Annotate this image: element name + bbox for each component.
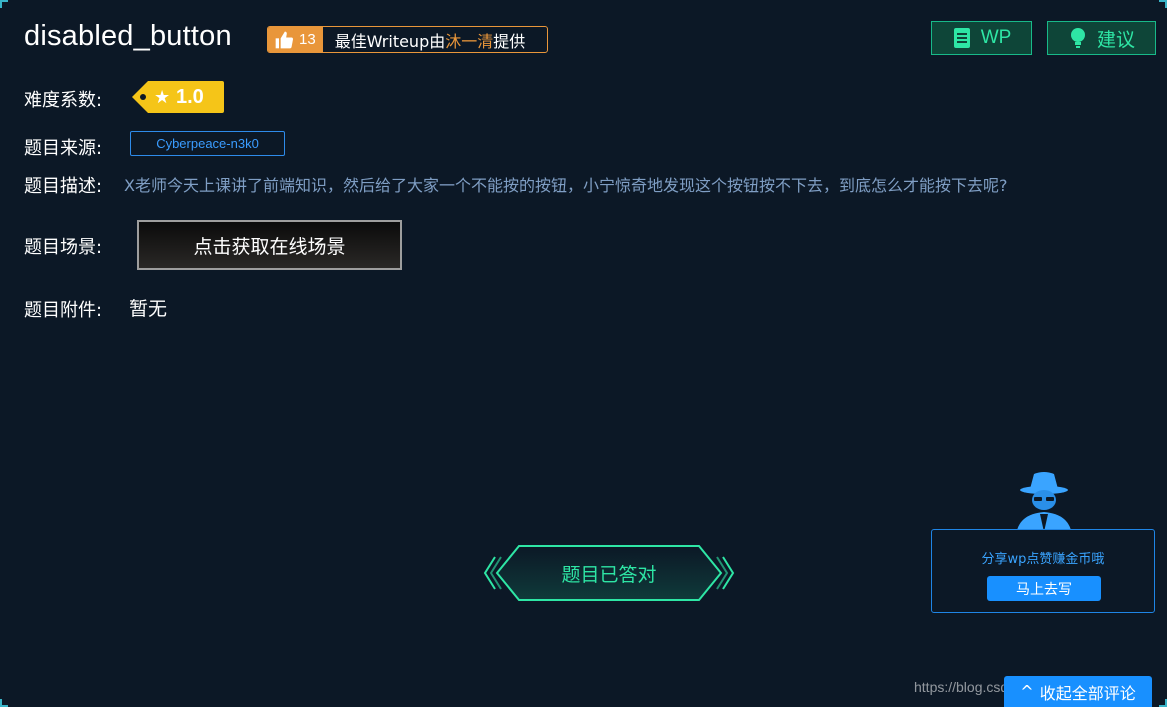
suggest-button-label: 建议 [1096,29,1135,51]
like-counter[interactable]: 13 [268,27,323,52]
wp-button[interactable]: WP [931,21,1032,55]
corner-decoration [0,0,8,8]
thumbs-up-icon [275,31,294,48]
suggest-button[interactable]: 建议 [1047,21,1156,55]
difficulty-label: 难度系数: [24,90,103,111]
writeup-credit: 最佳Writeup由沐一清提供 [323,28,526,52]
best-writeup-badge[interactable]: 13 最佳Writeup由沐一清提供 [267,26,548,53]
corner-decoration [1159,0,1167,8]
writeup-suffix: 提供 [493,31,526,51]
description-label: 题目描述: [24,176,103,197]
lightbulb-icon [1070,28,1085,48]
wp-button-label: WP [980,27,1012,48]
source-tag[interactable]: Cyberpeace-n3k0 [130,131,285,156]
collapse-label: 收起全部评论 [1039,683,1136,703]
share-wp-card: 分享wp点赞赚金币哦 马上去写 [931,529,1155,613]
corner-decoration [1159,699,1167,707]
writeup-author[interactable]: 沐一清 [445,32,493,51]
scene-label: 题目场景: [24,237,103,258]
write-now-button[interactable]: 马上去写 [987,576,1101,601]
answered-status-button[interactable]: 题目已答对 [483,541,735,605]
star-icon: ★ [154,87,171,108]
attachment-label: 题目附件: [24,300,103,321]
difficulty-value: 1.0 [176,86,204,108]
corner-decoration [0,699,8,707]
document-icon [953,28,970,48]
challenge-panel: disabled_button 13 最佳Writeup由沐一清提供 WP 建议 [0,0,1167,707]
writeup-prefix: 最佳Writeup由 [334,31,446,51]
difficulty-badge: ★ 1.0 [132,81,224,113]
collapse-comments-button[interactable]: ^ 收起全部评论 [1004,676,1152,707]
attachment-value: 暂无 [129,298,168,320]
share-prompt: 分享wp点赞赚金币哦 [981,552,1105,567]
challenge-title: disabled_button [24,20,232,52]
like-count: 13 [299,31,316,48]
chevron-up-icon: ^ [1020,682,1034,701]
spy-icon [1016,472,1072,536]
get-scene-button[interactable]: 点击获取在线场景 [137,220,402,270]
source-label: 题目来源: [24,138,103,159]
answered-label: 题目已答对 [561,563,657,586]
description-text: X老师今天上课讲了前端知识，然后给了大家一个不能按的按钮，小宁惊奇地发现这个按钮… [124,176,1008,195]
